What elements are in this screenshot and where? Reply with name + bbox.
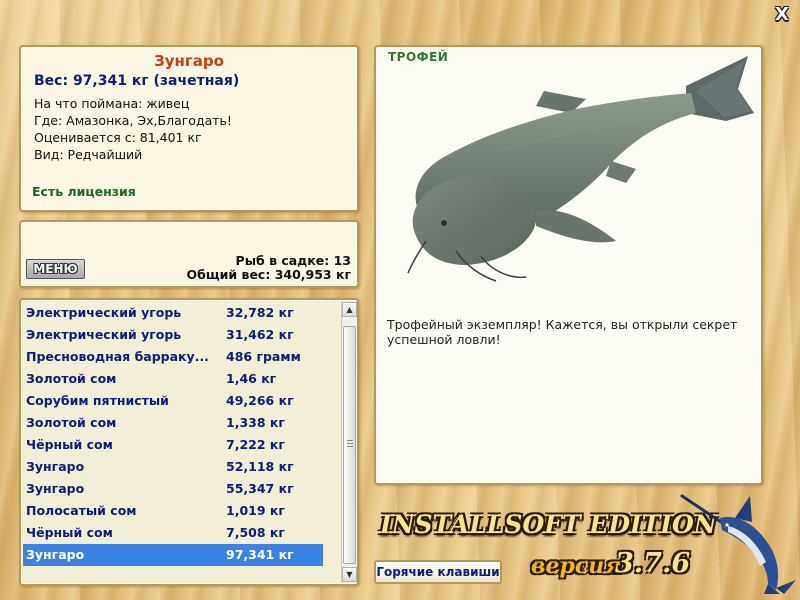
version-label: версия xyxy=(531,553,622,579)
catch-list[interactable]: Электрический угорь 32,782 кг Электрически… xyxy=(23,302,323,582)
catch-value: Оценивается с: 81,401 кг xyxy=(34,130,202,145)
fish-name: Зунгаро xyxy=(26,459,85,474)
close-button[interactable]: X xyxy=(771,6,793,26)
catch-location: Где: Амазонка, Эх,Благодать! xyxy=(34,113,232,128)
fish-weight: 7,222 кг xyxy=(226,437,285,452)
fish-photo xyxy=(407,56,754,282)
fish-weight: 55,347 кг xyxy=(226,481,294,496)
fish-name: Чёрный сом xyxy=(26,525,113,540)
list-scrollbar[interactable]: ▲ ▼ xyxy=(341,302,357,582)
triangle-up-icon[interactable]: ▲ xyxy=(342,302,357,317)
list-item[interactable]: Сорубим пятнистый 49,266 кг xyxy=(23,390,323,412)
fish-weight: 1,46 кг xyxy=(226,371,277,386)
list-item[interactable]: Золотой сом 1,46 кг xyxy=(23,368,323,390)
catch-weight: Вес: 97,341 кг (зачетная) xyxy=(34,73,240,89)
fish-name: Золотой сом xyxy=(26,415,117,430)
list-item[interactable]: Пресноводная барраку... 486 грамм xyxy=(23,346,323,368)
grip-icon xyxy=(347,440,353,447)
keepnet-panel: МЕНЮ Рыб в садке: 13 Общий вес: 340,953 … xyxy=(19,220,359,288)
fish-name: Пресноводная барраку... xyxy=(26,349,209,364)
hotkeys-button[interactable]: Горячие клавиши xyxy=(374,560,502,584)
total-weight: Общий вес: 340,953 кг xyxy=(186,267,352,282)
fish-name: Чёрный сом xyxy=(26,437,113,452)
fish-weight: 49,266 кг xyxy=(226,393,294,408)
fish-name: Зунгаро xyxy=(26,481,85,496)
trophy-label: ТРОФЕЙ xyxy=(388,50,449,64)
catch-rarity: Вид: Редчайший xyxy=(34,147,143,162)
brand-title: INSTALLSOFT EDITION xyxy=(380,510,717,539)
fish-name: Электрический угорь xyxy=(26,305,182,320)
fish-weight: 97,341 кг xyxy=(226,547,294,562)
version-number: 3.7.6 xyxy=(615,548,691,579)
catch-bait: На что поймана: живец xyxy=(34,96,190,111)
fish-weight: 1,019 кг xyxy=(226,503,285,518)
scrollbar-thumb[interactable] xyxy=(343,326,356,564)
list-item[interactable]: Зунгаро 52,118 кг xyxy=(23,456,323,478)
catch-list-panel: Электрический угорь 32,782 кг Электрически… xyxy=(19,298,359,586)
list-item[interactable]: Чёрный сом 7,222 кг xyxy=(23,434,323,456)
list-item[interactable]: Электрический угорь 31,462 кг xyxy=(23,324,323,346)
list-item[interactable]: Электрический угорь 32,782 кг xyxy=(23,302,323,324)
fish-weight: 1,338 кг xyxy=(226,415,285,430)
triangle-down-icon[interactable]: ▼ xyxy=(342,567,357,582)
fish-name: Зунгаро xyxy=(26,547,85,562)
fish-weight: 32,782 кг xyxy=(226,305,294,320)
fish-weight: 7,508 кг xyxy=(226,525,285,540)
license-status: Есть лицензия xyxy=(32,184,136,199)
list-item[interactable]: Зунгаро 55,347 кг xyxy=(23,478,323,500)
fish-name: Полосатый сом xyxy=(26,503,137,518)
fish-weight: 486 грамм xyxy=(226,349,301,364)
list-item[interactable]: Полосатый сом 1,019 кг xyxy=(23,500,323,522)
list-item[interactable]: Золотой сом 1,338 кг xyxy=(23,412,323,434)
fish-name: Электрический угорь xyxy=(26,327,182,342)
trophy-description: Трофейный экземпляр! Кажется, вы открыли… xyxy=(387,317,738,347)
fish-weight: 52,118 кг xyxy=(226,459,294,474)
catch-title: Зунгаро xyxy=(154,52,224,70)
fish-name: Золотой сом xyxy=(26,371,117,386)
fish-count: Рыб в садке: 13 xyxy=(235,253,351,268)
list-item[interactable]: Чёрный сом 7,508 кг xyxy=(23,522,323,544)
menu-button[interactable]: МЕНЮ xyxy=(26,259,85,279)
list-item[interactable]: Зунгаро 97,341 кг xyxy=(23,544,323,566)
fish-name: Сорубим пятнистый xyxy=(26,393,169,408)
trophy-panel: ТРОФЕЙ Трофейный экземпляр! Кажется, вы … xyxy=(374,45,763,485)
fish-weight: 31,462 кг xyxy=(226,327,294,342)
marlin-logo xyxy=(680,494,796,594)
catch-info-panel: Зунгаро Вес: 97,341 кг (зачетная) На что… xyxy=(19,45,359,212)
